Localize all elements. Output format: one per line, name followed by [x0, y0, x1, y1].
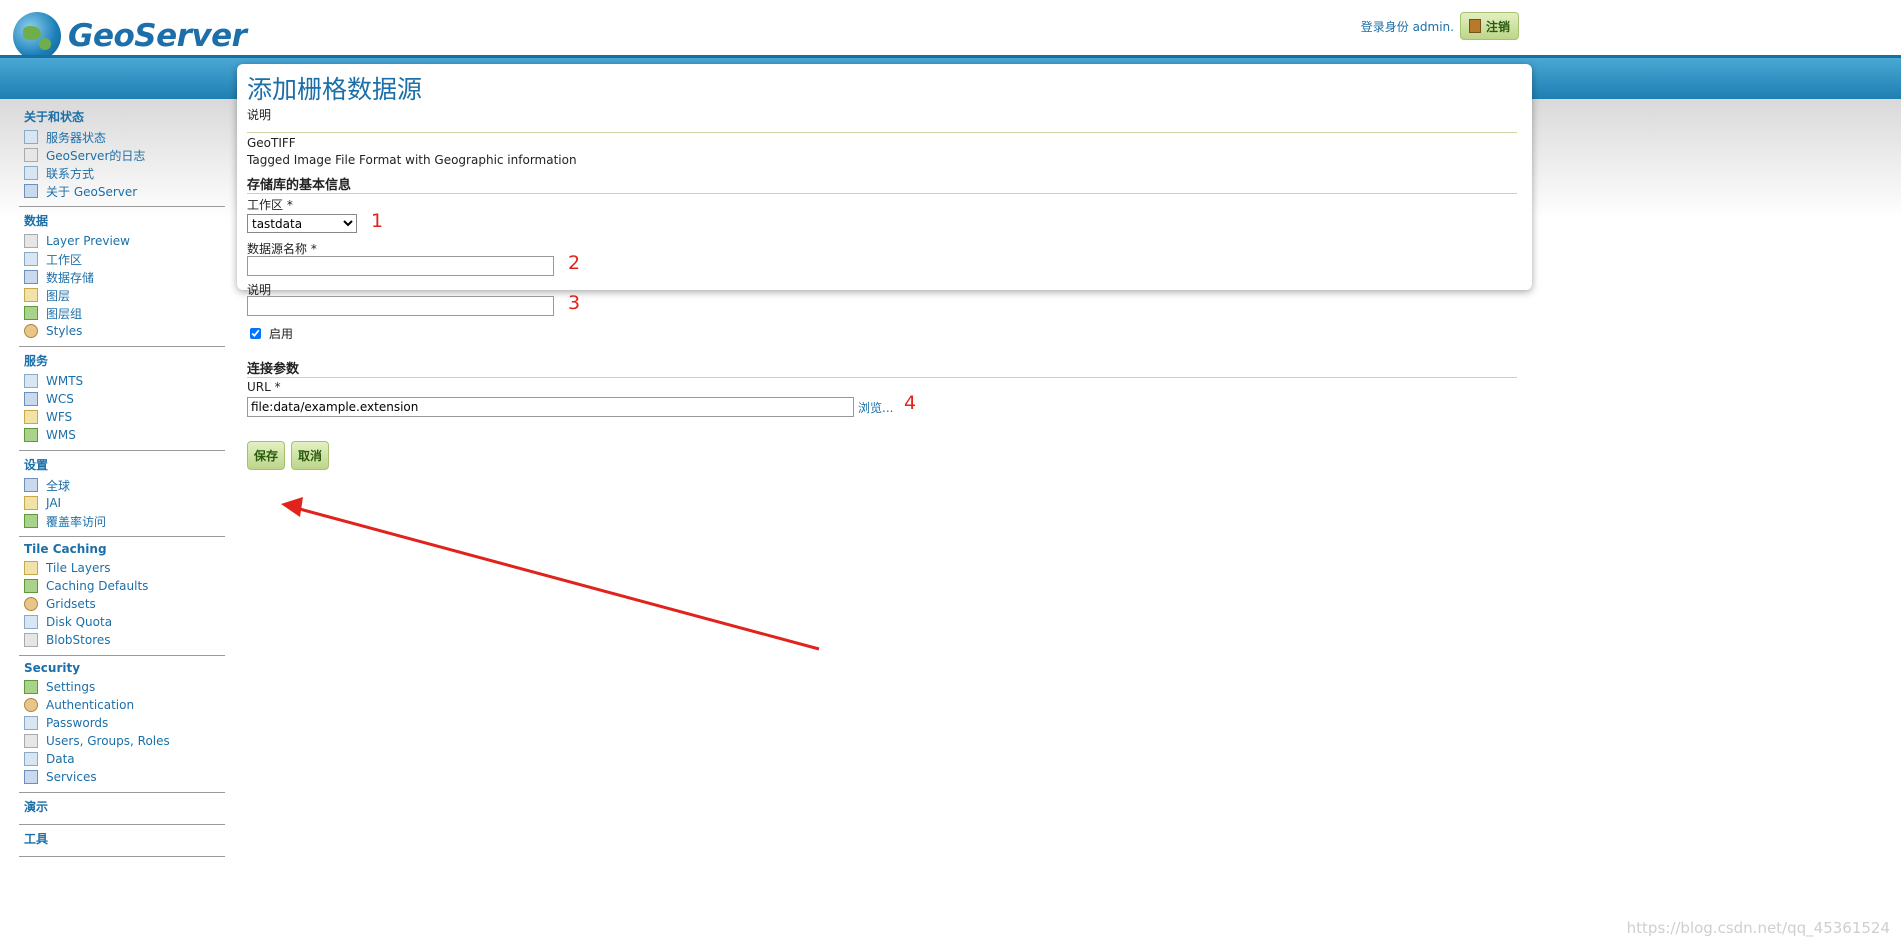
- arrow-shaft: [295, 506, 820, 651]
- watermark: https://blog.csdn.net/qq_45361524: [1626, 919, 1890, 937]
- annotation-arrow: [281, 497, 820, 651]
- arrow-head: [281, 497, 303, 517]
